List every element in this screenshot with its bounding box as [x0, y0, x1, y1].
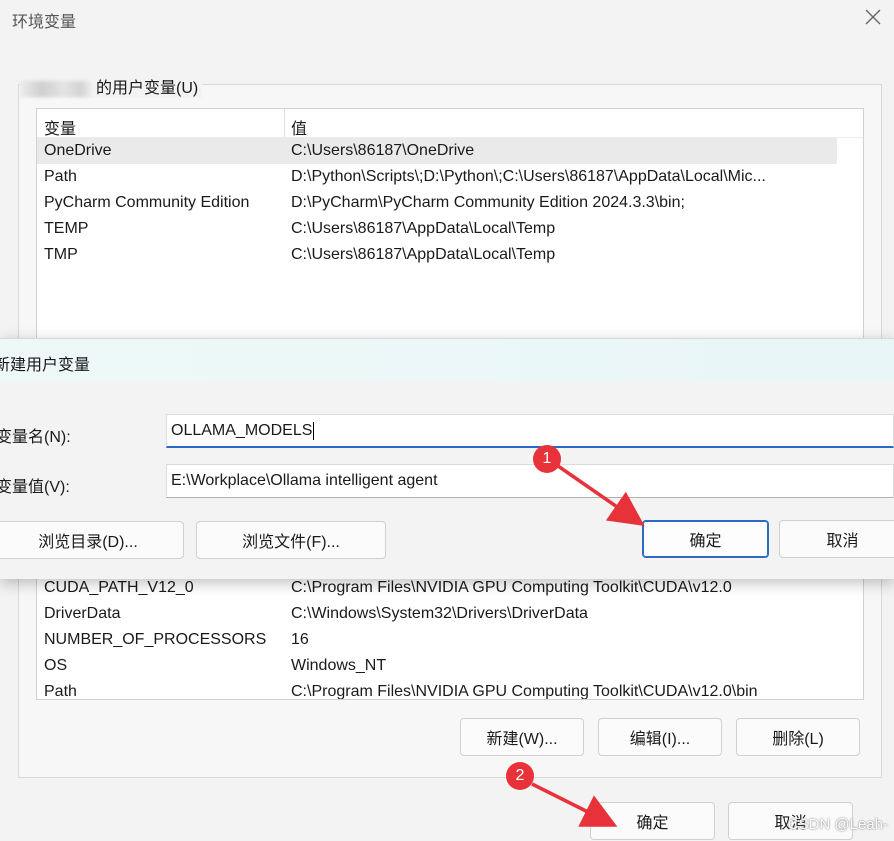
system-variables-list[interactable]: CUDA_PATH_V12_0 C:\Program Files\NVIDIA … [36, 572, 864, 700]
dialog-titlebar[interactable]: 新建用户变量 [0, 339, 894, 381]
table-row[interactable]: TMP C:\Users\86187\AppData\Local\Temp [37, 242, 863, 268]
variable-name-input[interactable]: OLLAMA_MODELS [166, 414, 894, 448]
text-caret [313, 421, 315, 440]
list-header: 变量 值 [37, 109, 863, 138]
user-vars-label: 的用户变量(U) [20, 74, 203, 98]
table-row[interactable]: Path D:\Python\Scripts\;D:\Python\;C:\Us… [37, 164, 863, 190]
dialog-cancel-button[interactable]: 取消 [779, 520, 894, 558]
variable-name-label: 变量名(N): [0, 429, 71, 446]
step-badge-2: 2 [506, 762, 534, 790]
variable-value-label: 变量值(V): [0, 479, 70, 496]
table-row[interactable]: PyCharm Community Edition D:\PyCharm\PyC… [37, 190, 863, 216]
table-row[interactable]: Path C:\Program Files\NVIDIA GPU Computi… [37, 679, 863, 699]
username-redaction [20, 80, 92, 97]
column-header-value[interactable]: 值 [291, 115, 307, 139]
step-badge-1: 1 [533, 445, 561, 473]
table-row[interactable]: TEMP C:\Users\86187\AppData\Local\Temp [37, 216, 863, 242]
table-row[interactable]: DriverData C:\Windows\System32\Drivers\D… [37, 601, 863, 627]
table-row[interactable]: OS Windows_NT [37, 653, 863, 679]
column-divider[interactable] [284, 109, 285, 137]
variable-value-input[interactable]: E:\Workplace\Ollama intelligent agent [166, 464, 894, 498]
column-header-variable[interactable]: 变量 [44, 115, 76, 139]
window-title: 环境变量 [12, 14, 77, 31]
delete-system-variable-button[interactable]: 删除(L) [736, 718, 860, 756]
close-icon[interactable] [862, 6, 884, 28]
new-user-variable-dialog: 新建用户变量 变量名(N): OLLAMA_MODELS 变量值(V): E:\… [0, 338, 894, 579]
user-variables-list[interactable]: 变量 值 OneDrive C:\Users\86187\OneDrive Pa… [36, 108, 864, 346]
table-row[interactable]: OneDrive C:\Users\86187\OneDrive [37, 138, 837, 164]
new-system-variable-button[interactable]: 新建(W)... [460, 718, 584, 756]
watermark: CSDN @Leah- [787, 816, 888, 833]
browse-file-button[interactable]: 浏览文件(F)... [196, 521, 386, 559]
dialog-title: 新建用户变量 [0, 357, 91, 374]
browse-directory-button[interactable]: 浏览目录(D)... [0, 521, 184, 559]
dialog-ok-button[interactable]: 确定 [642, 520, 769, 558]
ok-button[interactable]: 确定 [590, 802, 715, 840]
edit-system-variable-button[interactable]: 编辑(I)... [598, 718, 722, 756]
table-row[interactable]: NUMBER_OF_PROCESSORS 16 [37, 627, 863, 653]
